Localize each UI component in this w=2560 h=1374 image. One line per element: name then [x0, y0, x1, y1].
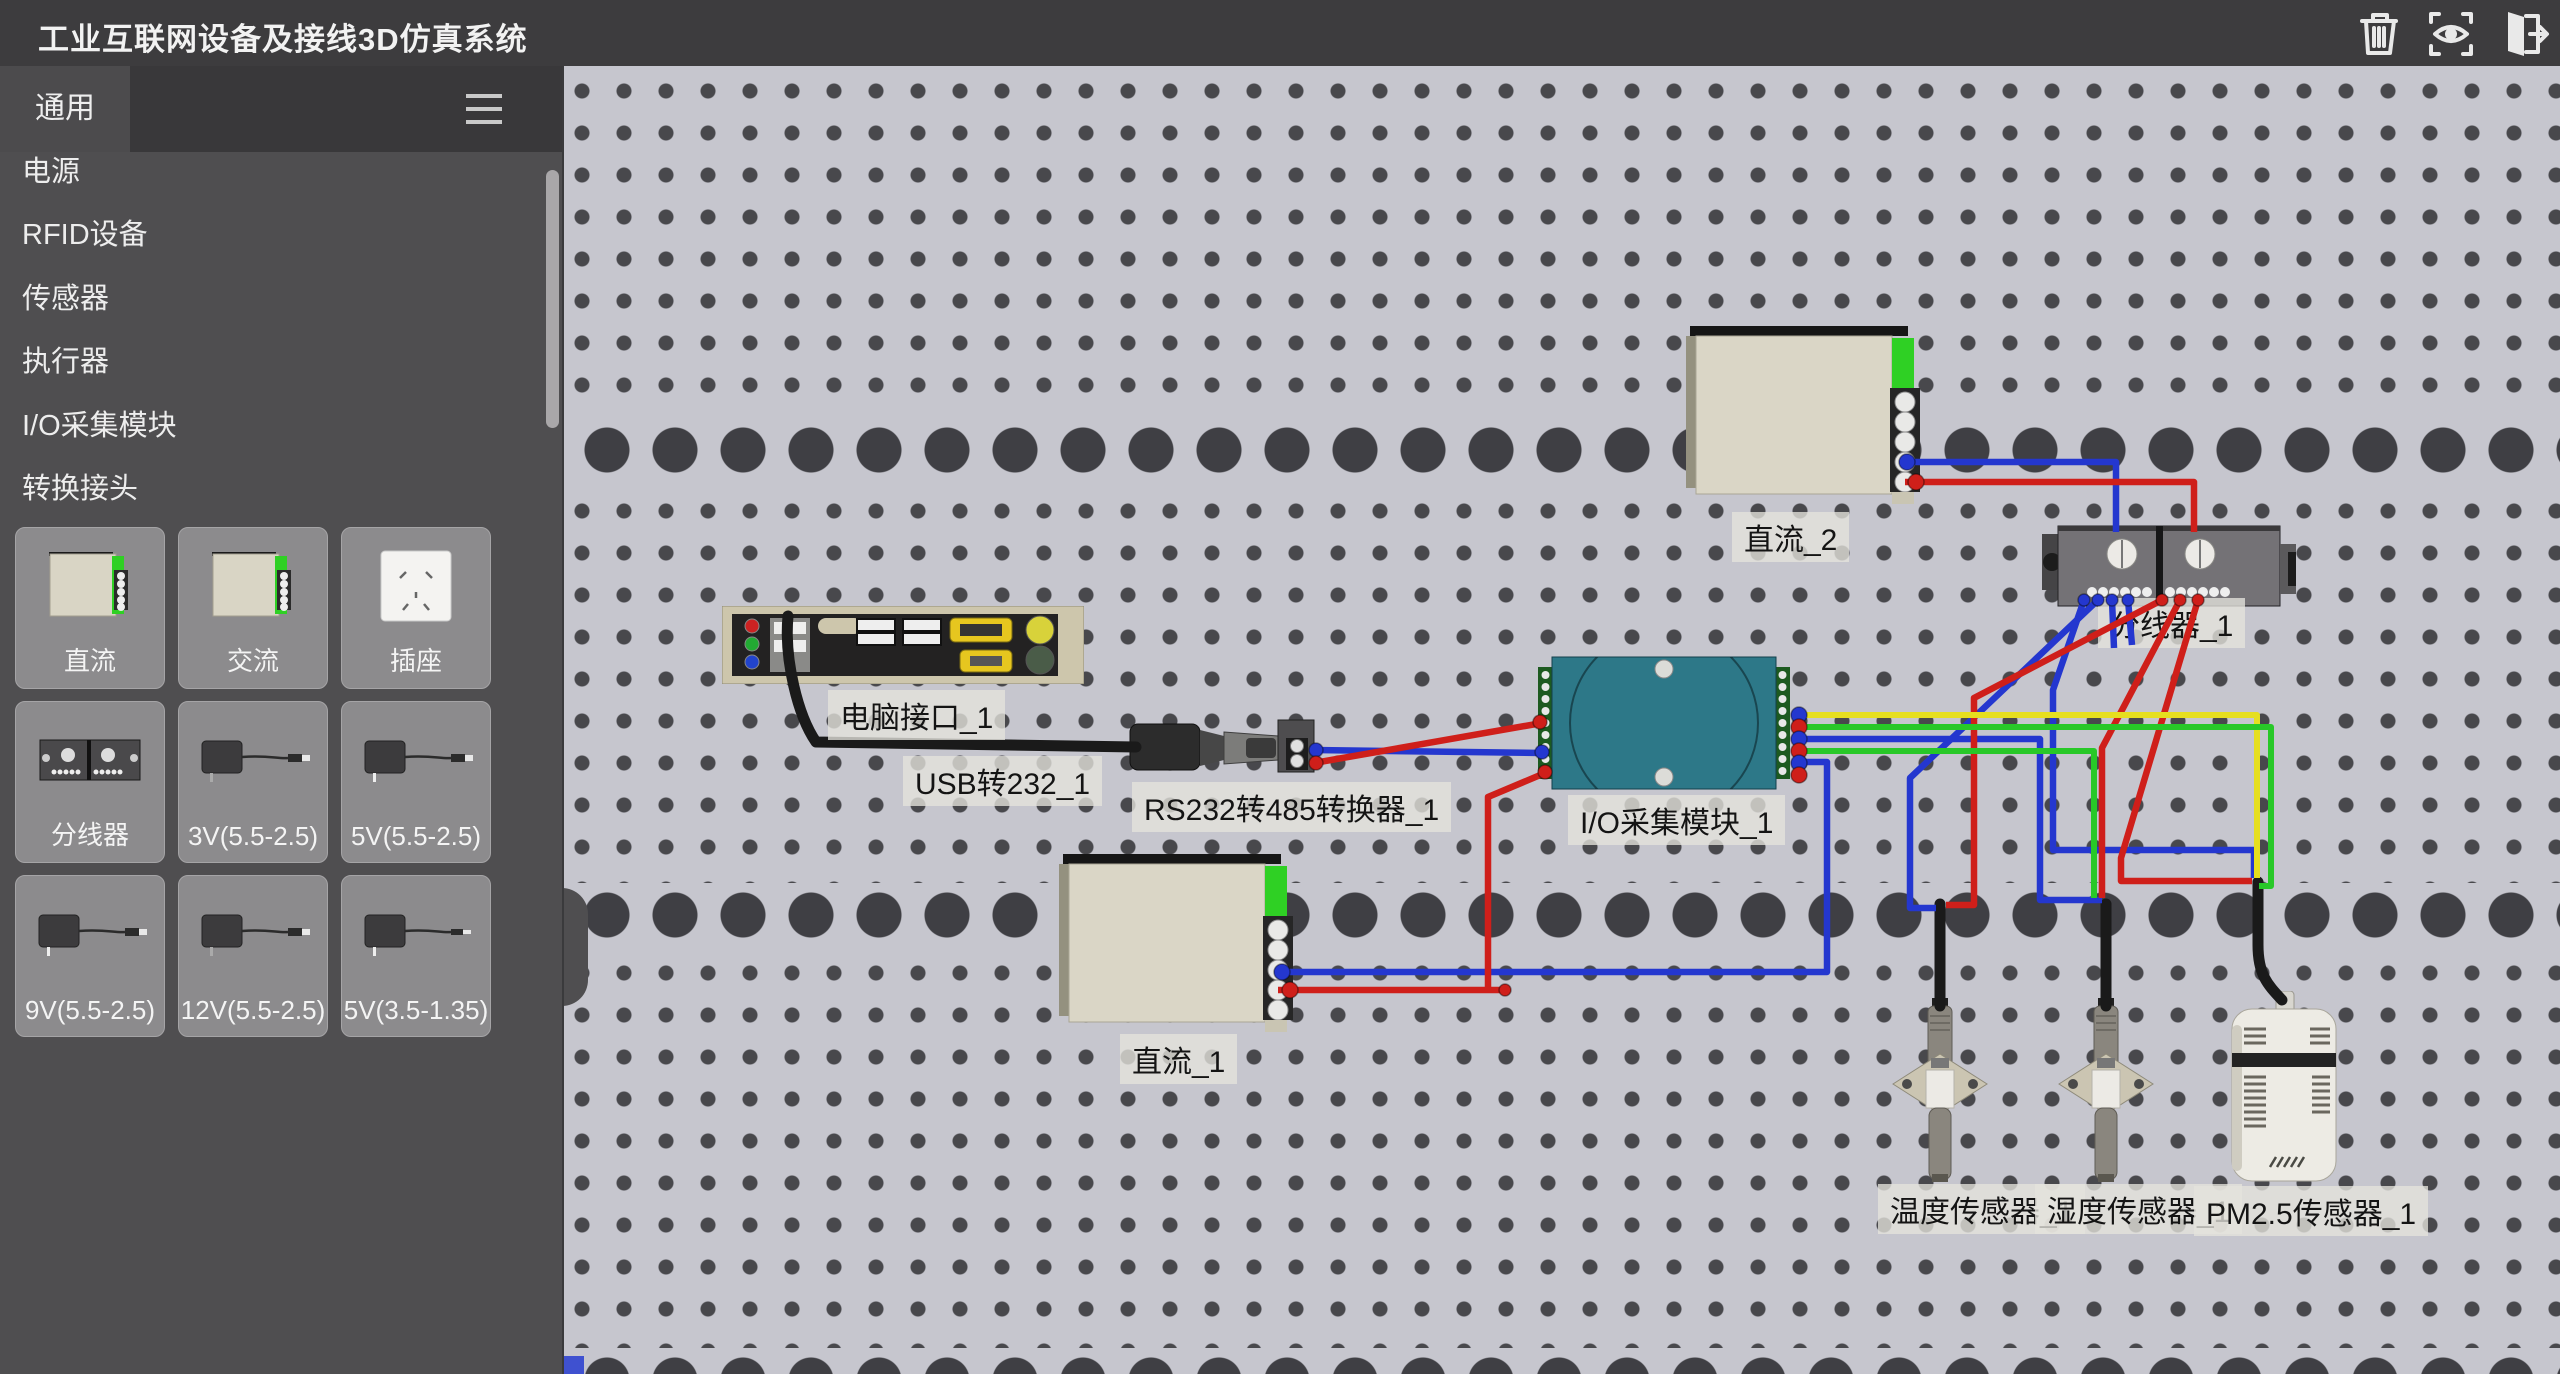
pegboard-hole-row — [562, 1348, 2560, 1374]
palette-item-adapter-3v[interactable]: 3V(5.5-2.5) — [178, 701, 328, 863]
tab-general[interactable]: 通用 — [0, 66, 130, 152]
splitter-icon — [16, 708, 164, 812]
device-usb-232-converter[interactable] — [1128, 708, 1323, 785]
view-focus-button[interactable] — [2423, 6, 2479, 62]
device-io-module[interactable] — [1538, 653, 1790, 798]
palette-item-adapter-9v[interactable]: 9V(5.5-2.5) — [15, 875, 165, 1037]
palette-item-socket[interactable]: 插座 — [341, 527, 491, 689]
palette-item-dc[interactable]: 直流 — [15, 527, 165, 689]
sidebar-item-actuator[interactable]: 执行器 — [22, 338, 109, 382]
power-adapter-icon — [16, 882, 164, 986]
device-label: I/O采集模块_1 — [1568, 795, 1785, 845]
page-title: 工业互联网设备及接线3D仿真系统 — [38, 14, 528, 59]
sidebar-item-io-module[interactable]: I/O采集模块 — [22, 402, 177, 446]
device-temperature-sensor[interactable] — [1885, 996, 1995, 1201]
device-computer-interface[interactable] — [722, 606, 1084, 689]
sidebar-tabbar: 通用 — [0, 66, 562, 152]
topbar: 工业互联网设备及接线3D仿真系统 — [0, 0, 2560, 66]
power-adapter-icon — [342, 708, 490, 812]
palette-item-splitter[interactable]: 分线器 — [15, 701, 165, 863]
device-label: 直流_1 — [1120, 1034, 1237, 1084]
power-adapter-icon — [179, 708, 327, 812]
sidebar-item-converter[interactable]: 转换接头 — [22, 465, 138, 509]
device-dc-power-1[interactable] — [1059, 854, 1297, 1041]
dc-power-icon — [16, 534, 164, 638]
sidebar-item-rfid[interactable]: RFID设备 — [22, 211, 148, 255]
canvas-corner-marker — [562, 1356, 584, 1374]
device-label: USB转232_1 — [903, 756, 1102, 806]
device-label: RS232转485转换器_1 — [1132, 782, 1451, 832]
ac-power-icon — [179, 534, 327, 638]
pegboard-hole-row — [562, 418, 2560, 482]
sidebar-scrollbar[interactable] — [546, 170, 559, 428]
sidebar-item-sensor[interactable]: 传感器 — [22, 275, 109, 319]
palette-item-adapter-5v[interactable]: 5V(5.5-2.5) — [341, 701, 491, 863]
sidebar: 通用 电源 RFID设备 传感器 执行器 I/O采集模块 转换接头 直流 交流 — [0, 66, 564, 1374]
trash-button[interactable] — [2352, 6, 2408, 62]
device-label: 直流_2 — [1732, 512, 1849, 562]
device-label: PM2.5传感器_1 — [2194, 1186, 2428, 1236]
device-label: 分线器_1 — [2098, 598, 2245, 648]
power-adapter-icon — [179, 882, 327, 986]
device-pm25-sensor[interactable] — [2226, 991, 2344, 1196]
palette-item-adapter-5v-small[interactable]: 5V(3.5-1.35) — [341, 875, 491, 1037]
menu-icon[interactable] — [466, 94, 506, 126]
app-window: 分线器_1 — [0, 0, 2560, 1374]
palette-item-ac[interactable]: 交流 — [178, 527, 328, 689]
device-humidity-sensor[interactable] — [2051, 996, 2161, 1201]
exit-button[interactable] — [2494, 6, 2550, 62]
pegboard-hole-row — [562, 883, 2560, 947]
power-adapter-icon — [342, 882, 490, 986]
sidebar-item-power[interactable]: 电源 — [22, 148, 80, 192]
device-dc-power-2[interactable] — [1686, 326, 1924, 513]
device-label: 电脑接口_1 — [828, 690, 1005, 740]
palette-item-adapter-12v[interactable]: 12V(5.5-2.5) — [178, 875, 328, 1037]
sidebar-collapse-handle[interactable] — [562, 888, 588, 1006]
socket-icon — [342, 534, 490, 638]
